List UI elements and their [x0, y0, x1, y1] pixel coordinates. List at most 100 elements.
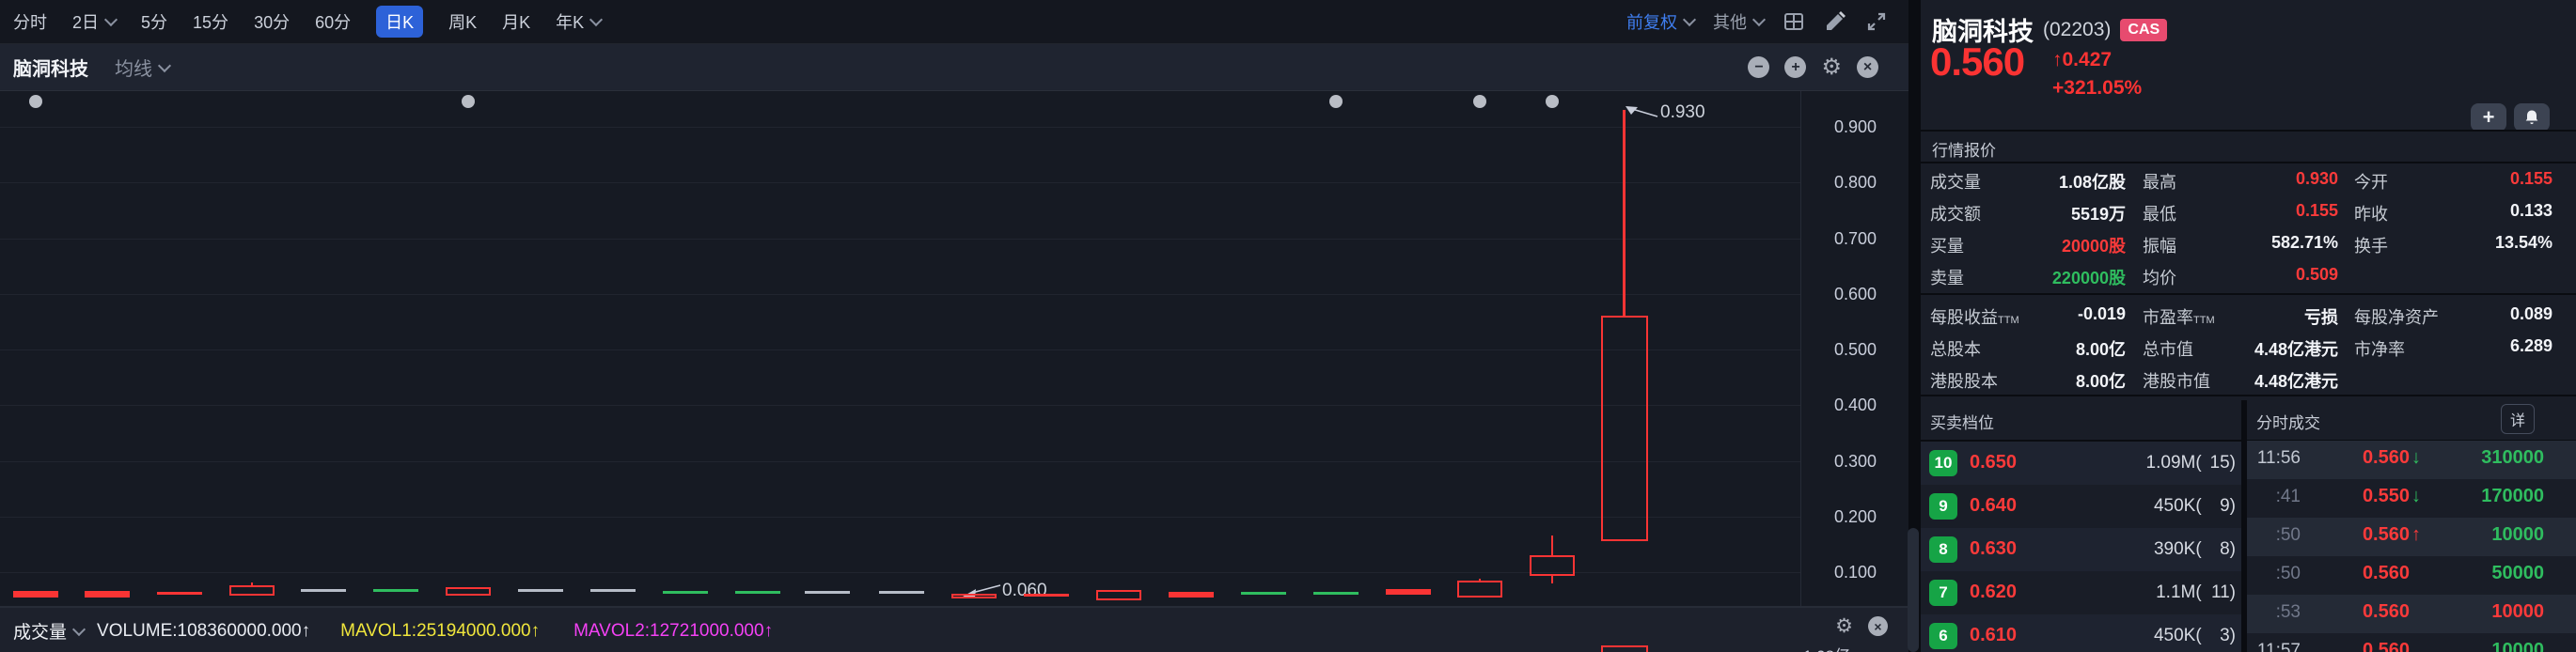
candle	[1601, 316, 1648, 541]
period-label: 分时	[13, 9, 47, 34]
price-change-percent: +321.05%	[2052, 77, 2142, 100]
period-tab-5分[interactable]: 5分	[141, 9, 167, 34]
period-tab-2日[interactable]: 2日	[72, 9, 116, 34]
period-tab-60分[interactable]: 60分	[315, 9, 351, 34]
tick-price: 0.560	[2303, 447, 2410, 469]
quote-cell-value: 0.133	[2510, 201, 2552, 221]
ma-selector[interactable]: 均线	[115, 54, 169, 81]
candle	[735, 591, 780, 594]
quote-cell-label: 最高	[2143, 169, 2176, 194]
orderbook-row[interactable]: 70.6201.1M (11)	[1921, 571, 2241, 614]
orderbook-row[interactable]: 90.640450K (9)	[1921, 485, 2241, 528]
period-label: 5分	[141, 9, 167, 34]
close-icon[interactable]: ×	[1868, 616, 1888, 636]
tick-price: 0.560	[2303, 563, 2410, 584]
quote-cell-value: 6.289	[2510, 336, 2552, 356]
close-icon[interactable]: ×	[1857, 56, 1878, 78]
period-tab-15分[interactable]: 15分	[193, 9, 228, 34]
orderbook-row[interactable]: 80.630390K (8)	[1921, 528, 2241, 571]
adjustment-selector[interactable]: 前复权	[1626, 9, 1694, 34]
y-axis-label: 0.900	[1803, 116, 1877, 137]
quote-cell-value: 0.155	[2296, 201, 2338, 221]
chart-plot[interactable]: 0.930 0.060 0.9000.8000.7000.6000.5000.4…	[0, 91, 1908, 606]
grid-layout-icon[interactable]	[1783, 10, 1805, 33]
period-tab-30分[interactable]: 30分	[254, 9, 290, 34]
quote-cell-label: 每股净资产	[2354, 304, 2439, 329]
orderbook-price: 0.650	[1970, 452, 2017, 473]
grid-line	[0, 239, 1800, 240]
low-annotation-text: 0.060	[1002, 581, 1047, 601]
zoom-in-icon[interactable]: +	[1784, 56, 1806, 78]
toolbar-periods: 分时 2日 5分 15分 30分 60分 日K 周K 月K 年K	[13, 6, 601, 38]
quote-cell-value: 5519万	[2071, 201, 2126, 225]
candle	[879, 591, 924, 594]
period-label: 日K	[385, 9, 414, 34]
candle	[805, 591, 850, 594]
tick-price: 0.560	[2303, 524, 2410, 546]
tick-amount: 10000	[2491, 601, 2544, 623]
volume-title-selector[interactable]: 成交量	[13, 618, 84, 644]
zoom-out-icon[interactable]: −	[1748, 56, 1769, 78]
chevron-down-icon	[158, 58, 171, 71]
grid-line	[0, 294, 1800, 295]
candle	[85, 591, 130, 598]
expand-icon[interactable]	[1865, 10, 1888, 33]
quote-cell-value: 0.509	[2296, 265, 2338, 285]
orderbook-amount: 1.09M (15)	[2146, 453, 2236, 473]
quote-cell-value: 0.155	[2510, 169, 2552, 189]
gear-icon[interactable]: ⚙	[1835, 616, 1853, 636]
orderbook-row[interactable]: 60.610450K (3)	[1921, 614, 2241, 652]
tick-amount: 10000	[2491, 524, 2544, 546]
period-tab-周K[interactable]: 周K	[448, 9, 477, 34]
chart-stock-name: 脑洞科技	[13, 54, 88, 81]
add-to-watchlist-button[interactable]: +	[2471, 103, 2506, 132]
period-tab-月K[interactable]: 月K	[502, 9, 530, 34]
tick-time: 11:56	[2247, 448, 2301, 469]
period-toolbar: 分时 2日 5分 15分 30分 60分 日K 周K 月K 年K 前复权 其他	[0, 0, 1908, 44]
high-annotation: 0.930	[1623, 102, 1705, 123]
y-axis-label: 0.500	[1803, 339, 1877, 360]
y-axis-label: 0.800	[1803, 172, 1877, 193]
alert-bell-button[interactable]	[2514, 103, 2550, 132]
candle-wick	[1551, 576, 1553, 584]
panel-scrollbar[interactable]	[1908, 528, 1919, 652]
chart-subheader: 脑洞科技 均线 − + ⚙ ×	[0, 44, 1908, 91]
quote-cell-label: 买量	[1930, 233, 1964, 257]
up-arrow-icon: ↑	[2052, 49, 2063, 70]
candle	[1024, 594, 1069, 597]
orderbook-price: 0.630	[1970, 538, 2017, 560]
period-label: 周K	[448, 9, 477, 34]
orderbook-level-badge: 6	[1929, 623, 1957, 649]
quote-cell-label: 成交量	[1930, 169, 1981, 194]
gear-icon[interactable]: ⚙	[1821, 56, 1842, 79]
quote-cell-value: 8.00亿	[2076, 336, 2126, 361]
quote-row: 总股本8.00亿总市值4.48亿港元市净率6.289	[1921, 331, 2576, 363]
y-axis-label: 0.300	[1803, 451, 1877, 472]
orderbook-order-count: 11	[2202, 582, 2230, 603]
orderbook-row[interactable]: 100.6501.09M (15)	[1921, 442, 2241, 485]
brush-icon[interactable]	[1824, 10, 1846, 33]
event-dot	[462, 95, 475, 108]
tick-price: 0.560	[2303, 601, 2410, 623]
quote-cell-label: 均价	[2143, 265, 2176, 289]
event-dot	[29, 95, 42, 108]
period-tab-年K[interactable]: 年K	[556, 9, 601, 34]
quote-cell-value: 582.71%	[2271, 233, 2338, 253]
mavol2-text: MAVOL2:12721000.000↑	[573, 621, 773, 642]
quote-cell-label: 最低	[2143, 201, 2176, 225]
ticks-detail-button[interactable]: 详	[2501, 404, 2535, 434]
quote-cell-value: 4.48亿港元	[2254, 368, 2338, 393]
tick-row: :410.550↓170000	[2247, 479, 2576, 518]
quote-row: 成交额5519万最低0.155昨收0.133	[1921, 195, 2576, 227]
quote-row: 港股股本8.00亿港股市值4.48亿港元	[1921, 363, 2576, 395]
toolbar-right-group: 前复权 其他	[1626, 9, 1895, 34]
volume-indicator-row: 成交量 VOLUME:108360000.000↑ MAVOL1:2519400…	[13, 618, 773, 644]
grid-line	[0, 517, 1800, 518]
period-tab-分时[interactable]: 分时	[13, 9, 47, 34]
period-tab-日K[interactable]: 日K	[376, 6, 423, 38]
period-label: 月K	[502, 9, 530, 34]
quote-cell-value: 4.48亿港元	[2254, 336, 2338, 361]
grid-line	[0, 182, 1800, 183]
more-selector[interactable]: 其他	[1713, 9, 1764, 34]
period-label: 2日	[72, 9, 99, 34]
